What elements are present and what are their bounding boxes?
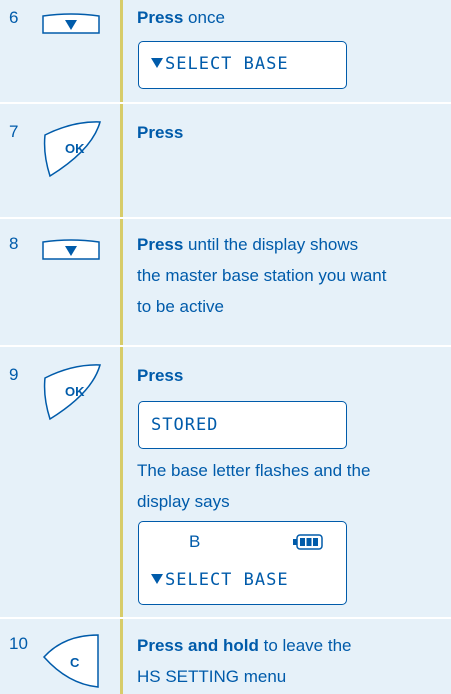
step-description: The base letter flashes and the display … <box>137 461 371 511</box>
ok-key-icon: OK <box>43 121 101 178</box>
ok-key-label: OK <box>65 384 85 399</box>
c-key-label: C <box>70 655 80 670</box>
left-column <box>0 0 120 694</box>
step-separator <box>0 345 451 347</box>
step-instruction: Press and hold to leave the HS SETTING m… <box>137 636 352 686</box>
step-instruction: Press once <box>137 8 225 27</box>
lcd-display: SELECT BASE <box>138 41 347 89</box>
step-number: 10 <box>9 634 28 653</box>
down-arrow-key-icon <box>42 239 100 260</box>
base-letter: B <box>189 532 202 551</box>
step-number: 7 <box>9 122 19 141</box>
down-triangle-icon <box>151 574 163 584</box>
step-number: 8 <box>9 234 19 253</box>
vertical-divider <box>120 0 123 694</box>
ok-key-icon: OK <box>43 364 101 421</box>
battery-full-icon <box>293 534 323 550</box>
step-number: 6 <box>9 8 19 27</box>
step-separator <box>0 102 451 104</box>
down-arrow-key-icon <box>42 13 100 34</box>
step-instruction: Press <box>137 123 184 142</box>
down-triangle-icon <box>151 58 163 68</box>
lcd-display: STORED <box>138 401 347 449</box>
step-number: 9 <box>9 365 19 384</box>
step-instruction: Press until the display shows the master… <box>137 235 387 316</box>
step-separator <box>0 217 451 219</box>
c-key-icon: C <box>42 634 99 688</box>
ok-key-label: OK <box>65 141 85 156</box>
lcd-display: B SELECT BASE <box>138 521 347 605</box>
step-instruction: Press <box>137 366 184 385</box>
step-separator <box>0 617 451 619</box>
